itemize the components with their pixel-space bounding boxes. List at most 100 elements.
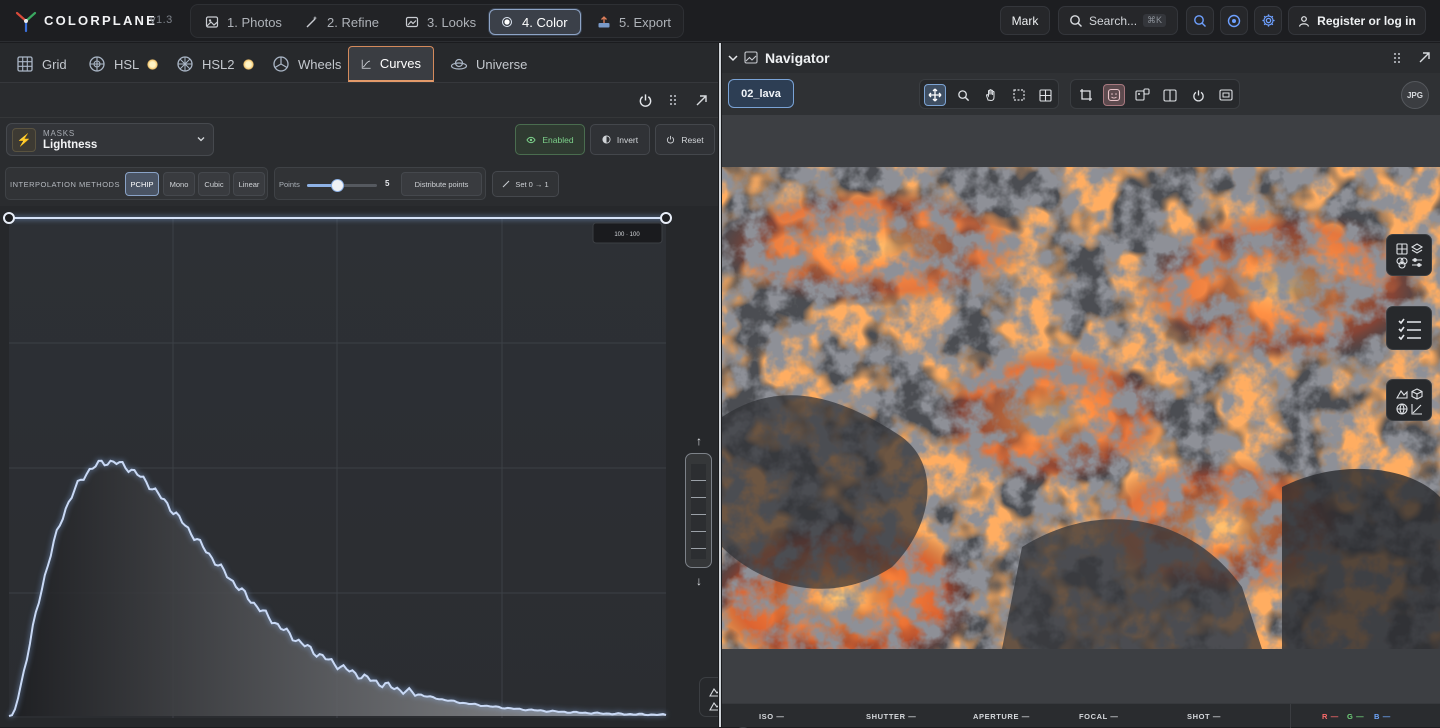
chevron-down-icon[interactable] bbox=[727, 52, 739, 64]
export-icon bbox=[598, 16, 610, 28]
face-tool[interactable] bbox=[1103, 84, 1125, 106]
search-box[interactable]: Search... ⌘K bbox=[1058, 6, 1178, 35]
crop-icon bbox=[1080, 89, 1092, 101]
exif-status-bar: ISO — SHUTTER — APERTURE — FOCAL — SHOT … bbox=[722, 703, 1440, 728]
settings-button[interactable] bbox=[1254, 6, 1282, 35]
curve-point-end[interactable] bbox=[660, 212, 672, 224]
mark-button[interactable]: Mark bbox=[1000, 6, 1050, 35]
marquee-tool[interactable] bbox=[1008, 84, 1030, 106]
points-slider-knob[interactable] bbox=[331, 179, 345, 192]
tab-label: HSL2 bbox=[202, 56, 235, 72]
register-label: Register or log in bbox=[1317, 13, 1416, 28]
layers-adjust-icon[interactable] bbox=[1395, 241, 1425, 271]
distribute-points-button[interactable]: Distribute points bbox=[401, 172, 482, 196]
arrow-up-right-icon bbox=[696, 94, 707, 105]
shot-readout: SHOT — bbox=[1187, 712, 1222, 721]
bolt-icon: ⚡ bbox=[12, 128, 36, 152]
magic-wand-icon bbox=[306, 16, 318, 28]
interp-mono[interactable]: Mono bbox=[163, 172, 195, 196]
hand-tool[interactable] bbox=[980, 84, 1002, 106]
masks-value: Lightness bbox=[43, 139, 98, 151]
file-chip[interactable]: 02_lava bbox=[728, 79, 794, 108]
tab-hsl2[interactable]: HSL2 bbox=[164, 46, 266, 82]
tab-wheels[interactable]: Wheels bbox=[260, 46, 353, 82]
frame-tool[interactable] bbox=[1215, 84, 1237, 106]
colorplane-logo-icon bbox=[15, 11, 37, 33]
lava-photo[interactable] bbox=[722, 167, 1440, 649]
curve-graph[interactable]: 100 · 100 bbox=[0, 206, 718, 727]
points-slider-track[interactable] bbox=[307, 179, 377, 192]
pencil-icon bbox=[502, 180, 510, 188]
step-label: 4. Color bbox=[522, 14, 568, 30]
target-icon bbox=[1227, 14, 1241, 27]
grid-icon bbox=[1038, 88, 1052, 102]
mask-enabled-button[interactable]: Enabled bbox=[515, 124, 585, 155]
split-view-tool[interactable] bbox=[1159, 84, 1181, 106]
drag-handle[interactable] bbox=[662, 89, 684, 111]
power-icon bbox=[667, 135, 675, 144]
tab-label: Grid bbox=[42, 56, 67, 72]
register-login-button[interactable]: Register or log in bbox=[1288, 6, 1426, 35]
search-button[interactable] bbox=[1186, 6, 1214, 35]
format-badge: JPG bbox=[1401, 81, 1429, 109]
curve-readout: 100 · 100 bbox=[614, 232, 640, 238]
arrow-down-icon[interactable]: ↓ bbox=[689, 574, 709, 588]
points-label: Points bbox=[279, 180, 300, 189]
image-icon bbox=[744, 51, 758, 64]
canvas-backdrop-bottom bbox=[722, 649, 1440, 703]
invert-icon bbox=[602, 135, 611, 144]
search-shortcut: ⌘K bbox=[1143, 14, 1167, 27]
invert-label: Invert bbox=[616, 134, 639, 145]
masks-dropdown[interactable]: ⚡ MASKS Lightness bbox=[6, 123, 214, 156]
step-color[interactable]: 4. Color bbox=[489, 9, 581, 35]
step-label: 3. Looks bbox=[427, 14, 477, 30]
grid-overlay-tool[interactable] bbox=[1034, 84, 1056, 106]
zoom-tool[interactable] bbox=[952, 84, 974, 106]
points-value: 5 bbox=[385, 179, 390, 188]
crop-tool[interactable] bbox=[1075, 84, 1097, 106]
side-toolbar-bottom bbox=[1386, 379, 1432, 421]
hand-icon bbox=[985, 89, 995, 102]
status-separator bbox=[1290, 704, 1291, 728]
curve-point-start[interactable] bbox=[3, 212, 15, 224]
set-range-button[interactable]: Set 0 → 1 bbox=[492, 171, 559, 197]
step-export[interactable]: 5. Export bbox=[587, 9, 681, 35]
step-refine[interactable]: 2. Refine bbox=[295, 9, 389, 35]
bypass-tool[interactable] bbox=[1187, 84, 1209, 106]
eye-icon bbox=[526, 136, 536, 143]
search-placeholder: Search... bbox=[1089, 13, 1138, 28]
step-photos[interactable]: 1. Photos bbox=[195, 9, 292, 35]
step-label: 2. Refine bbox=[327, 14, 380, 30]
vertical-scroll-slider[interactable] bbox=[685, 453, 712, 568]
tab-universe[interactable]: Universe bbox=[438, 46, 539, 82]
color-tabs: Grid HSL HSL2 Wheels Curves Universe bbox=[0, 43, 718, 83]
navigator-title: Navigator bbox=[765, 50, 830, 66]
popout-button[interactable] bbox=[690, 89, 712, 111]
tab-hsl[interactable]: HSL bbox=[76, 46, 170, 82]
photo-icon bbox=[205, 16, 219, 28]
step-looks[interactable]: 3. Looks bbox=[395, 9, 486, 35]
drag-dots-icon bbox=[670, 95, 676, 105]
interp-cubic[interactable]: Cubic bbox=[198, 172, 230, 196]
tab-curves[interactable]: Curves bbox=[348, 46, 434, 82]
side-toolbar-top bbox=[1386, 234, 1432, 276]
power-button[interactable] bbox=[634, 89, 656, 111]
arrow-up-right-icon[interactable] bbox=[1418, 51, 1431, 64]
target-button[interactable] bbox=[1220, 6, 1248, 35]
active-indicator-icon bbox=[242, 58, 254, 70]
interp-linear[interactable]: Linear bbox=[233, 172, 265, 196]
mask-reset-button[interactable]: Reset bbox=[655, 124, 715, 155]
scopes-icon[interactable] bbox=[1395, 386, 1425, 416]
drag-dots-icon[interactable] bbox=[1392, 52, 1402, 64]
tab-grid[interactable]: Grid bbox=[4, 46, 79, 82]
compare-tool[interactable] bbox=[1131, 84, 1153, 106]
power-icon bbox=[1192, 89, 1204, 102]
blue-readout: B — bbox=[1374, 712, 1391, 721]
mask-invert-button[interactable]: Invert bbox=[590, 124, 650, 155]
interp-pchip[interactable]: PCHIP bbox=[125, 172, 159, 196]
points-control: Points 5 Distribute points bbox=[274, 167, 486, 200]
arrow-up-icon[interactable]: ↑ bbox=[689, 434, 709, 448]
checklist-button[interactable] bbox=[1386, 306, 1432, 350]
marquee-icon bbox=[1013, 89, 1025, 101]
move-tool[interactable] bbox=[924, 84, 946, 106]
